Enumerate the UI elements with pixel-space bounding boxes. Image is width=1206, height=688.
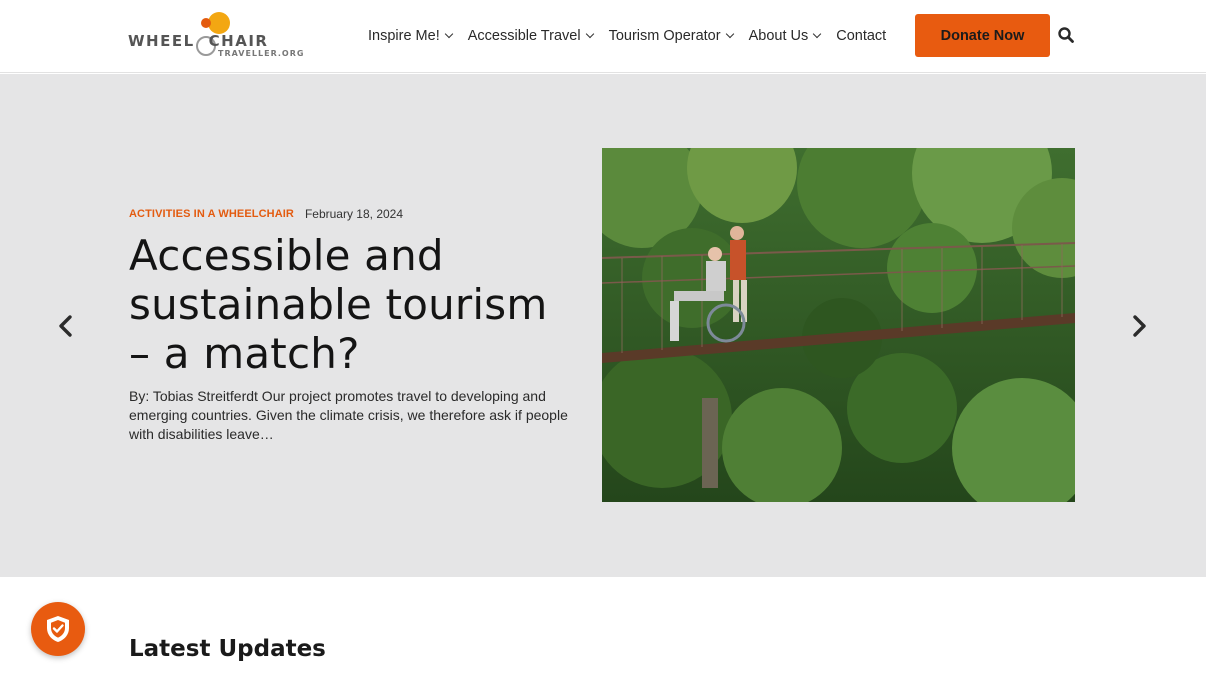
search-icon[interactable]: [1057, 26, 1075, 44]
post-excerpt: By: Tobias Streitferdt Our project promo…: [129, 388, 568, 442]
post-title[interactable]: Accessible and sustainable tourism – a m…: [129, 231, 579, 378]
logo-figure-icon: [201, 18, 211, 28]
latest-updates-heading: Latest Updates: [129, 636, 326, 662]
chevron-left-icon[interactable]: [54, 314, 78, 338]
nav-item-about-us[interactable]: About Us: [748, 28, 822, 44]
hero-slider: ACTIVITIES IN A WHEELCHAIR February 18, …: [0, 74, 1206, 577]
chevron-right-icon[interactable]: [1127, 314, 1151, 338]
post-date: February 18, 2024: [304, 207, 404, 221]
post-featured-image[interactable]: [602, 148, 1075, 502]
main-nav: Inspire Me! Accessible Travel Tourism Op…: [368, 0, 902, 72]
nav-item-label: About Us: [748, 28, 809, 44]
chevron-down-icon: [585, 29, 594, 39]
nav-item-tourism-operator[interactable]: Tourism Operator: [608, 28, 734, 44]
nav-item-label: Accessible Travel: [467, 28, 581, 44]
logo-word-left: WHEEL: [128, 32, 195, 50]
chevron-down-icon: [725, 29, 734, 39]
post-category-link[interactable]: ACTIVITIES IN A WHEELCHAIR: [129, 208, 294, 220]
nav-item-contact[interactable]: Contact: [836, 28, 886, 44]
logo-word-right: CHAIR: [208, 32, 269, 50]
chevron-down-icon: [444, 29, 453, 39]
site-header: WHEEL CHAIR TRAVELLER.ORG Inspire Me! Acc…: [0, 0, 1206, 73]
site-logo[interactable]: WHEEL CHAIR TRAVELLER.ORG: [128, 12, 304, 60]
logo-wordmark: WHEEL CHAIR: [128, 32, 268, 50]
nav-item-label: Tourism Operator: [608, 28, 721, 44]
chevron-down-icon: [812, 29, 822, 39]
post-meta: ACTIVITIES IN A WHEELCHAIR February 18, …: [129, 207, 403, 221]
donate-button[interactable]: Donate Now: [915, 14, 1050, 57]
nav-item-label: Contact: [836, 28, 887, 44]
logo-sun-icon: [208, 12, 230, 34]
nav-item-label: Inspire Me!: [368, 28, 440, 44]
nav-item-accessible-travel[interactable]: Accessible Travel: [467, 28, 594, 44]
shield-check-icon[interactable]: [31, 602, 85, 656]
logo-subtext: TRAVELLER.ORG: [218, 49, 305, 58]
nav-item-inspire-me[interactable]: Inspire Me!: [368, 28, 453, 44]
